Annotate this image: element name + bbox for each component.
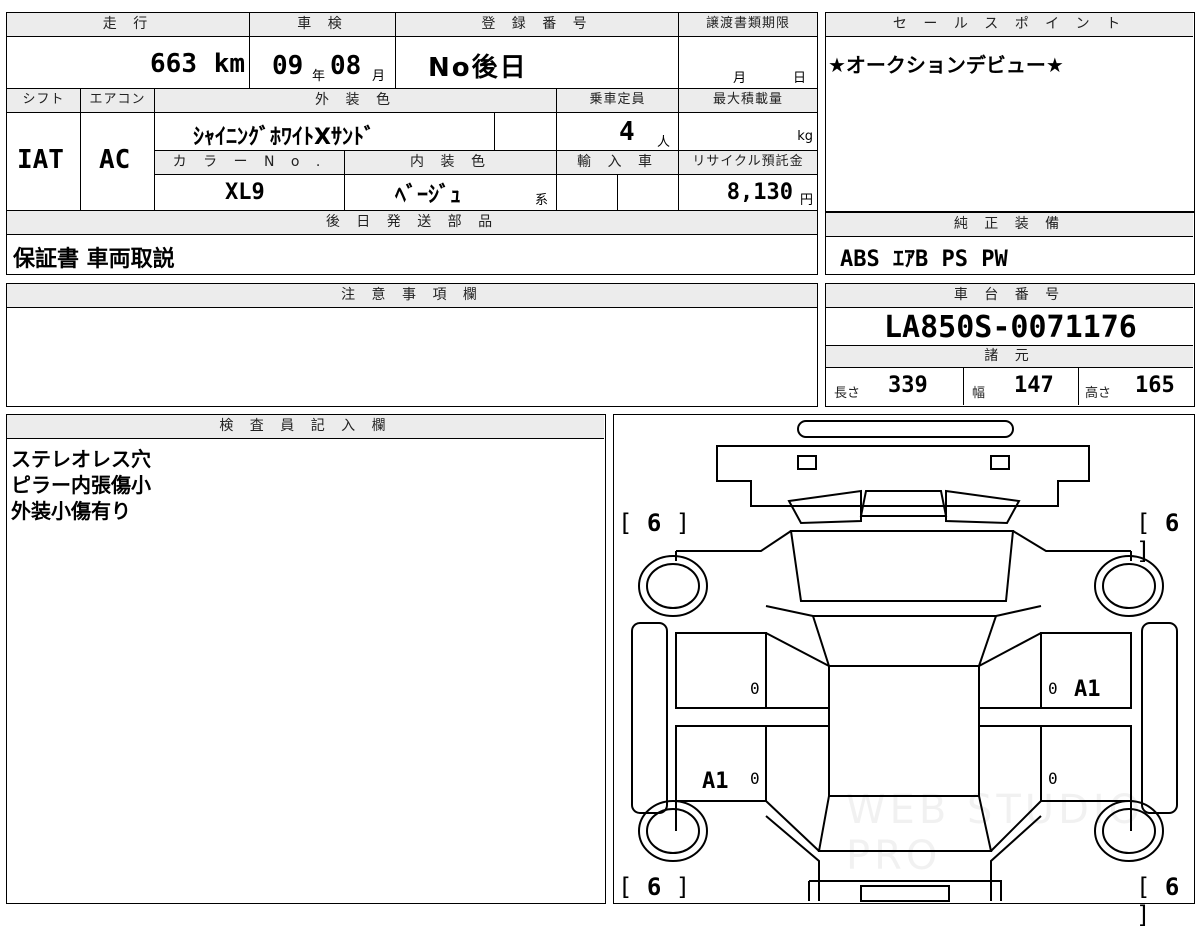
color-no-cell: XL9 xyxy=(155,175,345,211)
interior-color-cell: ﾍﾞｰｼﾞｭ 系 xyxy=(345,175,557,211)
vehicle-info-table: 走 行 車 検 登 録 番 号 譲渡書類期限 663 km 09 年 08 月 … xyxy=(6,12,818,275)
equipment-value: ABS ｴｱB PS PW xyxy=(840,247,1008,272)
inspector-box: 検 査 員 記 入 欄 ステレオレス穴 ピラー内張傷小 外装小傷有り xyxy=(6,414,606,904)
sales-point-box: セ ー ル ス ポ イ ン ト ★オークションデビュー★ xyxy=(825,12,1195,212)
shaken-year: 09 xyxy=(272,51,304,81)
sales-point-header: セ ー ル ス ポ イ ン ト xyxy=(826,13,1193,37)
exterior-color-header: 外 装 色 xyxy=(155,89,557,113)
inspector-line: ステレオレス穴 xyxy=(11,447,151,471)
color-no-value: XL9 xyxy=(225,180,265,205)
doc-deadline-header: 譲渡書類期限 xyxy=(679,13,817,37)
shift-header: シフト xyxy=(7,89,81,113)
ac-cell: AC xyxy=(81,113,155,211)
tire-front-left-tread: [ 6 ] xyxy=(618,509,691,537)
max-load-unit: kg xyxy=(797,129,813,144)
specs-header: 諸 元 xyxy=(826,346,1193,368)
shaken-year-unit: 年 xyxy=(312,69,326,84)
inspector-line: ピラー内張傷小 xyxy=(11,473,151,497)
tire-front-left-value: 6 xyxy=(646,509,662,537)
max-load-cell: kg xyxy=(679,113,817,151)
capacity-unit: 人 xyxy=(657,135,671,150)
left-front-door-number: 0 xyxy=(750,679,760,698)
recycle-cell: 8,130 円 xyxy=(679,175,817,211)
tire-rear-right-tread: [ 6 ] xyxy=(1136,873,1180,929)
ac-value: AC xyxy=(99,145,131,175)
capacity-value: 4 xyxy=(619,117,635,147)
import-cell-b xyxy=(618,175,679,211)
notes-header: 注 意 事 項 欄 xyxy=(7,284,817,308)
length-label: 長さ xyxy=(834,386,861,401)
width-value: 147 xyxy=(1014,373,1054,398)
recycle-value: 8,130 xyxy=(726,180,793,205)
doc-day-unit: 日 xyxy=(793,71,807,86)
mileage-cell: 663 km xyxy=(7,37,250,89)
inspector-line: 外装小傷有り xyxy=(11,499,131,523)
import-header: 輸 入 車 xyxy=(557,151,679,175)
later-parts-cell: 保証書 車両取説 xyxy=(7,235,817,273)
registration-value: No後日 xyxy=(428,53,528,83)
width-cell: 幅 147 xyxy=(964,368,1079,405)
chassis-header: 車 台 番 号 xyxy=(826,284,1193,308)
tire-front-right-tread: [ 6 ] xyxy=(1136,509,1180,565)
mileage-header: 走 行 xyxy=(7,13,250,37)
tire-rear-left-value: 6 xyxy=(646,873,662,901)
interior-color-header: 内 装 色 xyxy=(345,151,557,175)
interior-color-value: ﾍﾞｰｼﾞｭ xyxy=(395,183,462,208)
notes-box: 注 意 事 項 欄 xyxy=(6,283,818,407)
sales-point-value: ★オークションデビュー★ xyxy=(828,53,1064,77)
mileage-value: 663 xyxy=(150,49,197,79)
import-cell-a xyxy=(557,175,618,211)
doc-month-unit: 月 xyxy=(733,71,747,86)
shaken-header: 車 検 xyxy=(250,13,396,37)
equipment-box: 純 正 装 備 ABS ｴｱB PS PW xyxy=(825,212,1195,275)
recycle-unit: 円 xyxy=(799,193,813,208)
mileage-unit: km xyxy=(213,49,245,79)
interior-color-suffix: 系 xyxy=(535,193,549,208)
left-rear-door-number: 0 xyxy=(750,769,760,788)
car-diagram-box: [ 6 ] [ 6 ] [ 6 ] [ 6 ] 0 0 0 0 A1 A1 WE… xyxy=(613,414,1195,929)
ac-header: エアコン xyxy=(81,89,155,113)
shaken-month-unit: 月 xyxy=(372,69,386,84)
tire-front-right-value: 6 xyxy=(1164,509,1180,537)
height-value: 165 xyxy=(1135,373,1175,398)
shift-cell: IAT xyxy=(7,113,81,211)
shift-value: IAT xyxy=(17,145,64,175)
equipment-header: 純 正 装 備 xyxy=(826,213,1193,237)
capacity-cell: 4 人 xyxy=(557,113,679,151)
left-rear-door-damage-code: A1 xyxy=(702,769,729,794)
right-front-door-number: 0 xyxy=(1048,679,1058,698)
color-no-header: カ ラ ー N o . xyxy=(155,151,345,175)
max-load-header: 最大積載量 xyxy=(679,89,817,113)
doc-deadline-cell: 月 日 xyxy=(679,37,817,89)
width-label: 幅 xyxy=(972,386,986,401)
exterior-color-extra-cell xyxy=(495,113,557,151)
height-label: 高さ xyxy=(1085,386,1112,401)
exterior-color-cell: ｼｬｲﾆﾝｸﾞﾎﾜｲﾄXｻﾝﾄﾞ xyxy=(155,113,495,151)
chassis-value: LA850S-0071176 xyxy=(884,310,1137,345)
right-rear-door-number: 0 xyxy=(1048,769,1058,788)
later-parts-value: 保証書 車両取説 xyxy=(13,247,175,272)
height-cell: 高さ 165 xyxy=(1079,368,1193,405)
registration-cell: No後日 xyxy=(396,37,679,89)
recycle-header: リサイクル預託金 xyxy=(679,151,817,175)
registration-header: 登 録 番 号 xyxy=(396,13,679,37)
shaken-month: 08 xyxy=(330,51,362,81)
shaken-cell: 09 年 08 月 xyxy=(250,37,396,89)
capacity-header: 乗車定員 xyxy=(557,89,679,113)
chassis-box: 車 台 番 号 LA850S-0071176 諸 元 長さ 339 幅 147 … xyxy=(825,283,1195,407)
later-parts-header: 後 日 発 送 部 品 xyxy=(7,211,817,235)
length-value: 339 xyxy=(888,373,928,398)
right-front-door-damage-code: A1 xyxy=(1074,677,1101,702)
exterior-color-value: ｼｬｲﾆﾝｸﾞﾎﾜｲﾄXｻﾝﾄﾞ xyxy=(193,125,375,150)
chassis-value-cell: LA850S-0071176 xyxy=(826,308,1193,346)
inspector-header: 検 査 員 記 入 欄 xyxy=(7,415,604,439)
length-cell: 長さ 339 xyxy=(826,368,964,405)
watermark: WEB STUDIO PRO xyxy=(846,787,1145,879)
tire-rear-left-tread: [ 6 ] xyxy=(618,873,691,901)
